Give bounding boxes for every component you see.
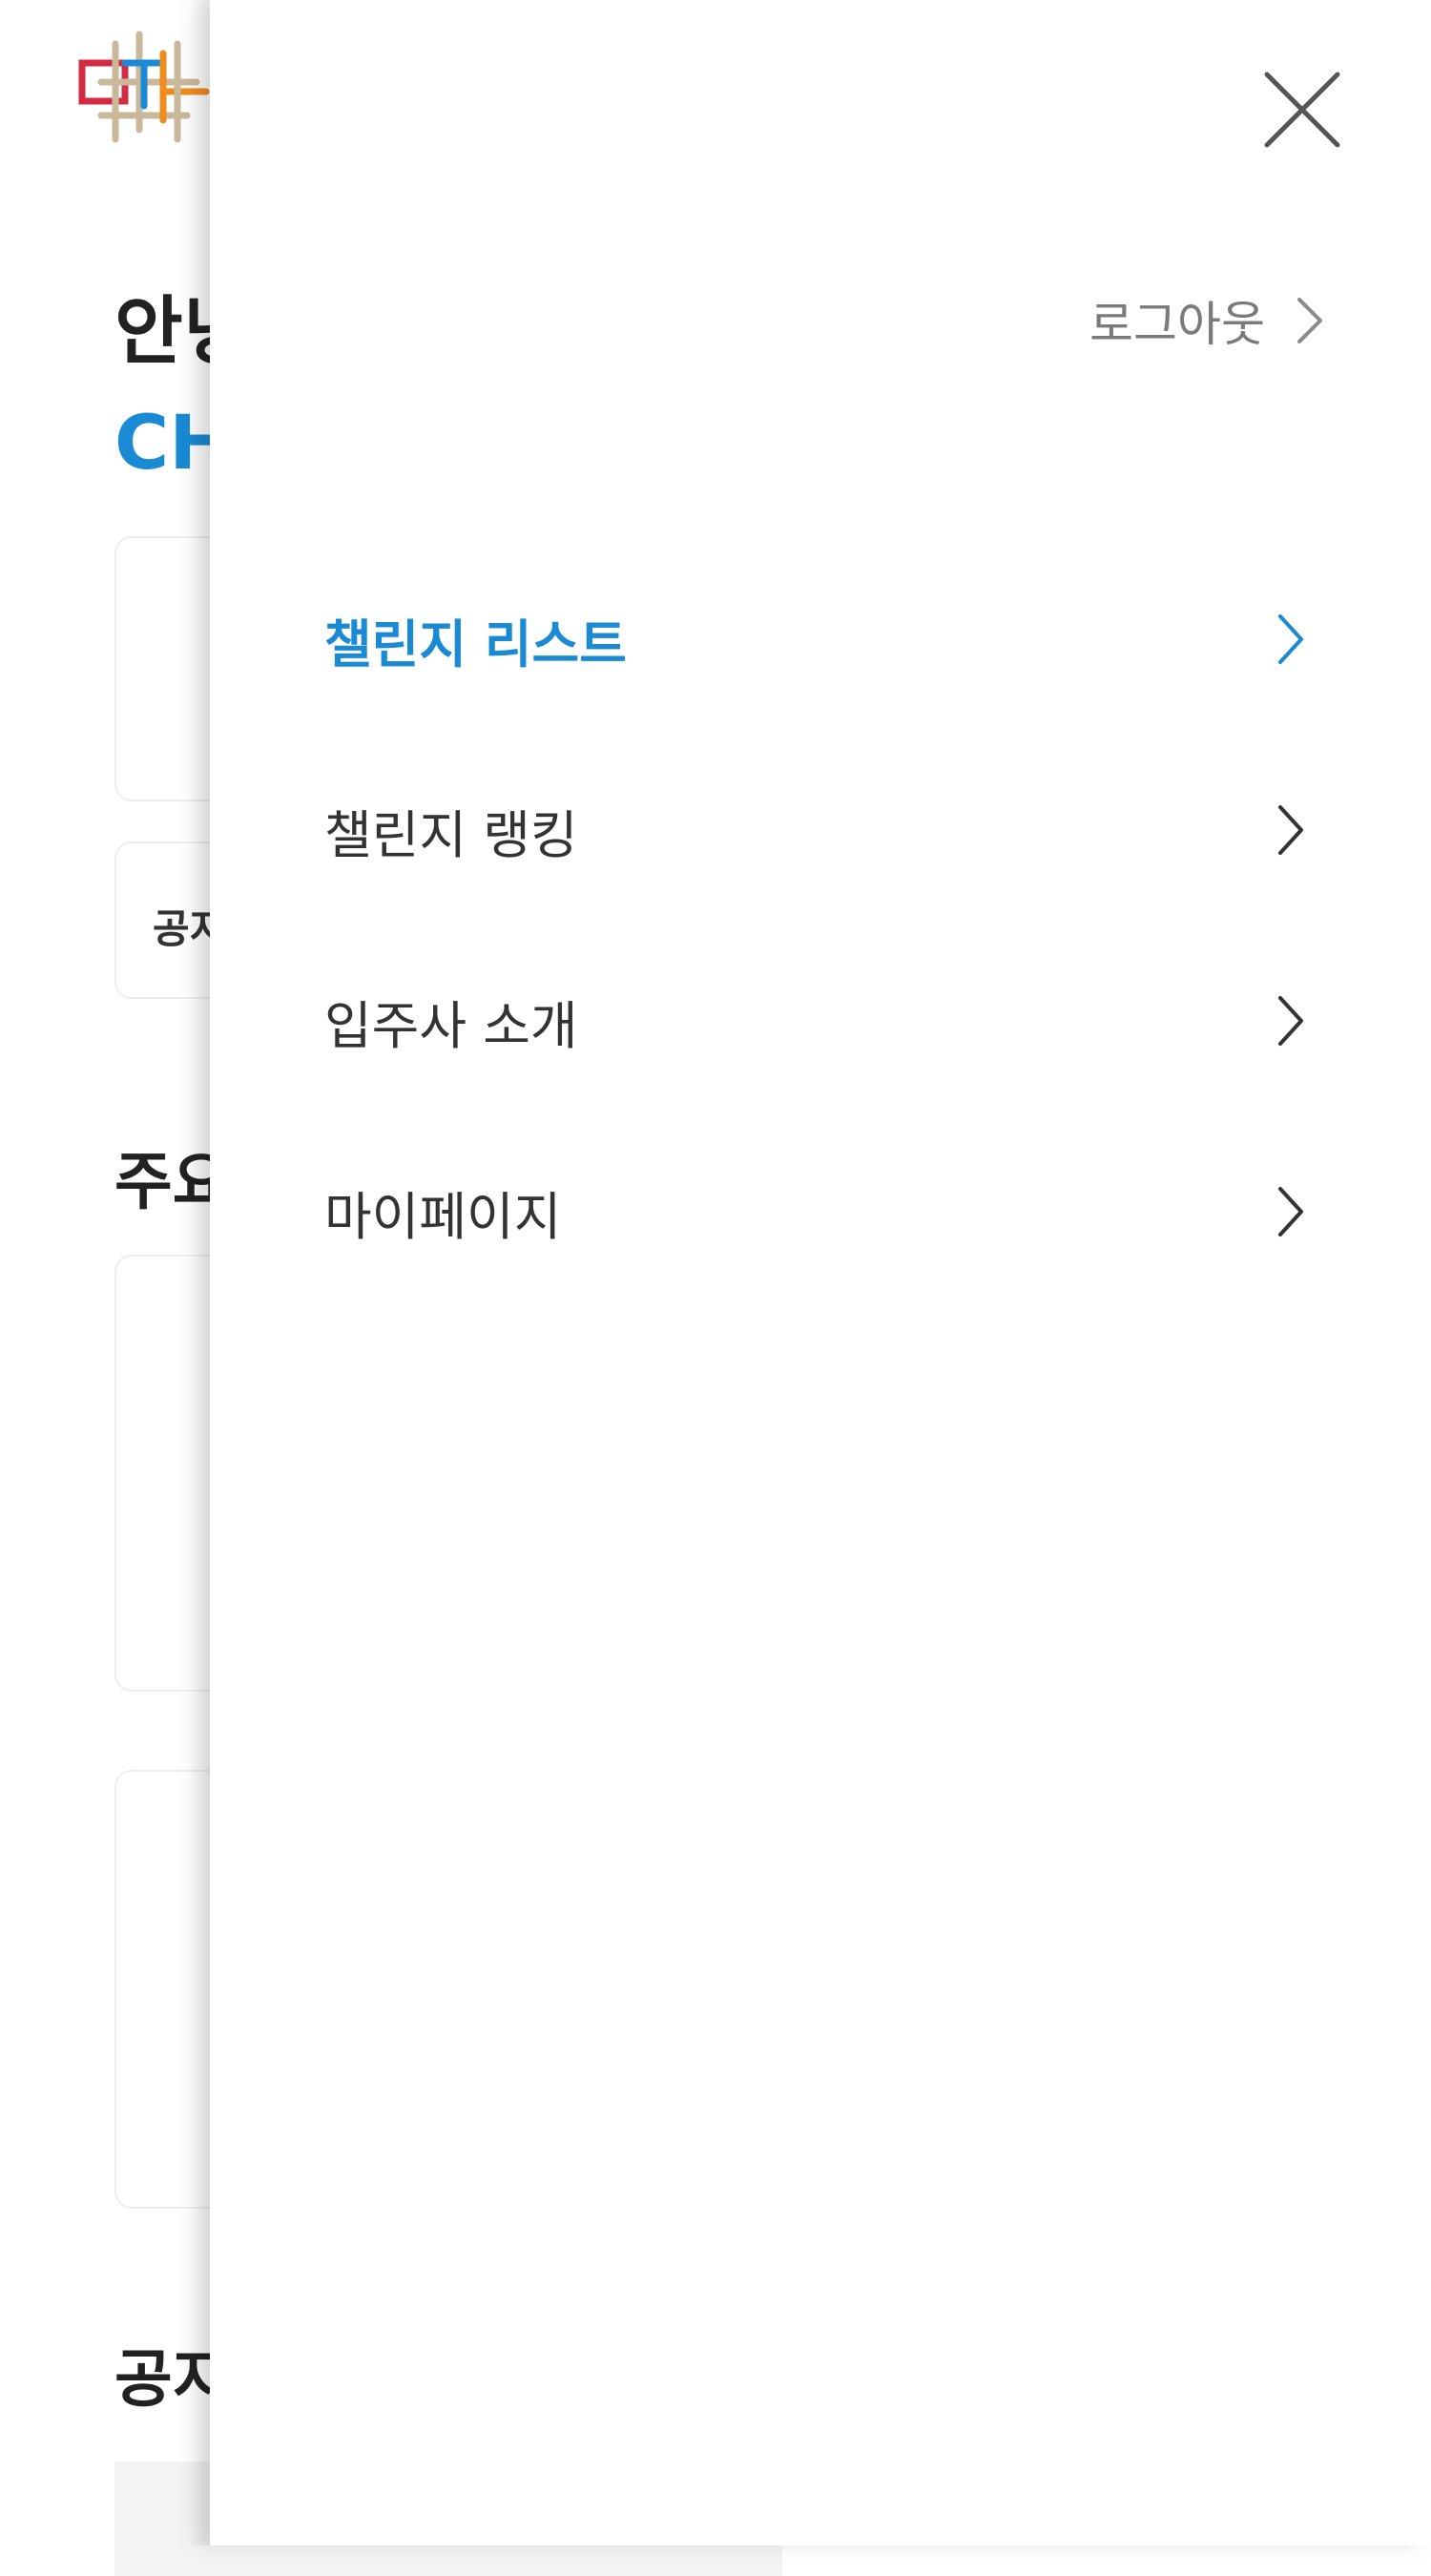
- logout-link[interactable]: 로그아웃: [1089, 286, 1326, 355]
- menu-item-label: 챌린지 랭킹: [324, 804, 578, 865]
- menu-item-tenant-intro[interactable]: 입주사 소개: [324, 925, 1317, 1116]
- chevron-right-icon: [1297, 298, 1322, 343]
- logout-label: 로그아웃: [1089, 297, 1265, 352]
- menu-item-label: 마이페이지: [324, 1186, 562, 1247]
- chevron-right-icon: [1278, 1187, 1303, 1236]
- menu-item-label: 입주사 소개: [324, 995, 578, 1056]
- menu-item-mypage[interactable]: 마이페이지: [324, 1116, 1317, 1307]
- side-drawer: 로그아웃 챌린지 리스트 챌린지 랭킹 입주사 소개 마이페이지: [189, 0, 1431, 2545]
- chevron-right-icon: [1278, 805, 1303, 855]
- drawer-menu: 챌린지 리스트 챌린지 랭킹 입주사 소개 마이페이지: [324, 544, 1317, 1307]
- chevron-right-icon: [1278, 614, 1303, 664]
- menu-item-label: 챌린지 리스트: [324, 613, 627, 675]
- menu-item-challenge-list[interactable]: 챌린지 리스트: [324, 544, 1317, 735]
- chevron-right-icon: [1278, 996, 1303, 1046]
- menu-item-challenge-ranking[interactable]: 챌린지 랭킹: [324, 735, 1317, 925]
- close-icon[interactable]: [1250, 57, 1355, 162]
